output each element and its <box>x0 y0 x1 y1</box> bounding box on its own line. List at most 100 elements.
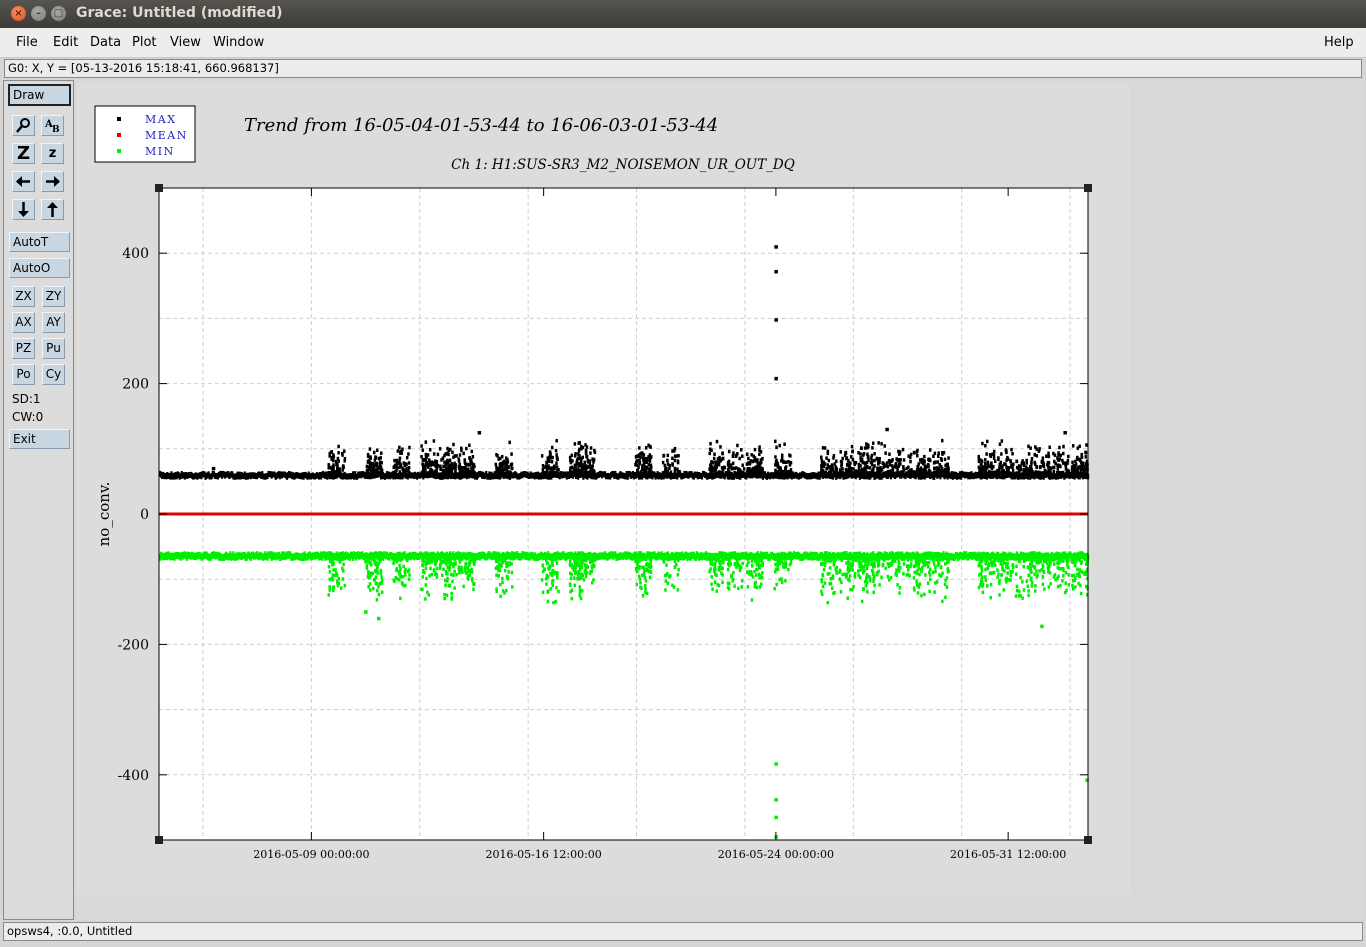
min-point <box>434 562 437 567</box>
max-point <box>332 470 335 475</box>
min-point <box>878 583 881 587</box>
min-point <box>636 565 639 569</box>
min-point <box>443 596 446 601</box>
min-point <box>468 573 472 578</box>
min-point <box>650 554 653 558</box>
max-point <box>458 453 462 457</box>
min-point <box>443 560 447 565</box>
arrow-right-icon[interactable] <box>41 171 64 192</box>
max-point <box>648 468 652 473</box>
max-point <box>642 461 646 466</box>
zy-button[interactable]: ZY <box>42 286 65 307</box>
zoom-in-icon[interactable]: Z <box>12 143 35 164</box>
min-point <box>713 580 717 585</box>
min-point <box>470 570 474 574</box>
min-point <box>847 553 850 558</box>
max-point <box>826 463 830 467</box>
min-point <box>833 590 836 595</box>
min-point <box>750 573 753 577</box>
arrow-up-icon[interactable] <box>41 199 64 220</box>
menu-file[interactable]: File <box>16 35 38 50</box>
max-point <box>644 446 648 450</box>
max-point <box>1059 470 1063 475</box>
plot-canvas-area[interactable]: 400 200 0 -200 -400 2016-05-09 00:00:00 2016-0… <box>76 80 1363 920</box>
min-point <box>755 585 759 590</box>
min-point <box>337 576 341 581</box>
min-point <box>540 578 544 582</box>
max-point <box>666 453 670 458</box>
max-point <box>575 468 579 473</box>
menu-data[interactable]: Data <box>90 35 121 50</box>
min-point <box>666 581 670 585</box>
magnifier-icon[interactable] <box>12 115 35 136</box>
min-point <box>754 560 758 564</box>
max-point <box>1081 466 1084 471</box>
min-point <box>575 558 579 563</box>
menu-window[interactable]: Window <box>213 35 264 50</box>
max-point <box>327 465 330 470</box>
min-point <box>848 574 852 578</box>
max-point <box>470 470 474 475</box>
min-point <box>573 576 576 580</box>
set-display-label: SD:1 <box>12 392 41 406</box>
minimize-window-button[interactable]: – <box>31 6 46 21</box>
ay-button[interactable]: AY <box>42 312 65 333</box>
locator-readout: G0: X, Y = [05-13-2016 15:18:41, 660.968… <box>4 59 1362 78</box>
min-point <box>840 580 843 584</box>
text-icon[interactable]: AB <box>41 115 64 136</box>
max-point <box>569 466 572 470</box>
max-point <box>716 457 720 461</box>
max-point <box>634 462 637 467</box>
menu-help[interactable]: Help <box>1324 35 1354 50</box>
pz-button[interactable]: PZ <box>12 338 35 359</box>
min-point <box>920 593 923 598</box>
max-point <box>330 455 334 460</box>
close-window-button[interactable]: × <box>11 6 26 21</box>
exit-button[interactable]: Exit <box>9 429 70 449</box>
max-point <box>774 439 777 444</box>
min-point <box>591 580 594 585</box>
min-point <box>440 559 443 564</box>
autoo-button[interactable]: AutoO <box>9 258 70 278</box>
max-outlier-point <box>774 245 778 249</box>
max-point <box>1066 468 1069 473</box>
zx-button[interactable]: ZX <box>12 286 35 307</box>
maximize-window-button[interactable]: □ <box>51 6 66 21</box>
menu-edit[interactable]: Edit <box>53 35 78 50</box>
min-point <box>740 585 744 589</box>
max-point <box>420 454 423 459</box>
max-point <box>780 469 783 474</box>
zoom-out-icon[interactable]: z <box>41 143 64 164</box>
arrow-left-icon[interactable] <box>12 171 35 192</box>
max-point <box>495 452 498 457</box>
min-point <box>365 566 369 570</box>
ax-button[interactable]: AX <box>12 312 35 333</box>
max-point <box>1044 471 1048 475</box>
plot-page[interactable]: 400 200 0 -200 -400 2016-05-09 00:00:00 2016-0… <box>77 83 1130 895</box>
draw-button[interactable]: Draw <box>8 84 71 106</box>
max-point <box>984 457 987 462</box>
menu-view[interactable]: View <box>170 35 201 50</box>
max-point <box>467 467 470 471</box>
max-point <box>554 448 558 453</box>
min-point <box>773 587 776 591</box>
min-point <box>902 572 905 576</box>
arrow-down-icon[interactable] <box>12 199 35 220</box>
autot-button[interactable]: AutoT <box>9 232 70 252</box>
max-point <box>399 449 402 454</box>
cy-button[interactable]: Cy <box>42 364 65 385</box>
min-point <box>876 564 880 568</box>
chart[interactable]: 4002000-200-4002016-05-09 00:00:00 2016-0… <box>77 83 1130 895</box>
min-point <box>676 572 680 577</box>
min-point <box>451 579 454 584</box>
min-point <box>750 598 754 602</box>
min-point <box>676 558 680 563</box>
min-point <box>665 573 669 577</box>
min-point <box>549 587 552 591</box>
pu-button[interactable]: Pu <box>42 338 65 359</box>
max-point <box>1033 460 1036 465</box>
max-outlier-point <box>211 466 216 471</box>
menu-plot[interactable]: Plot <box>132 35 157 50</box>
min-point <box>553 557 556 561</box>
po-button[interactable]: Po <box>12 364 35 385</box>
